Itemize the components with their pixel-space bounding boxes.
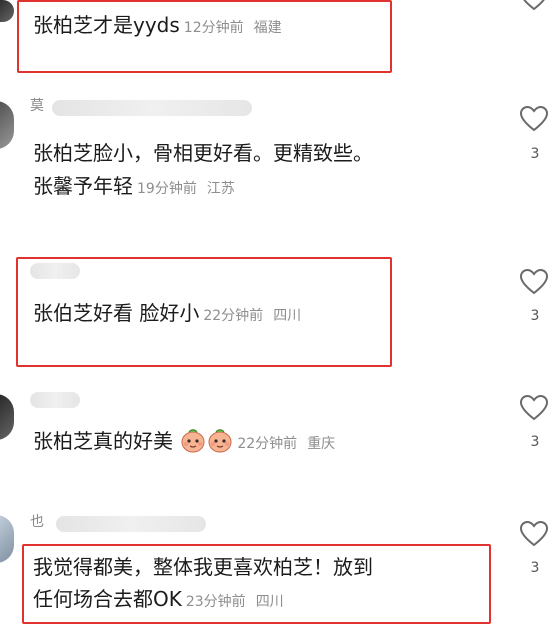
username-blur [56,516,206,532]
avatar[interactable] [0,515,14,563]
heart-outline-icon[interactable] [519,520,549,548]
avatar[interactable] [0,394,14,440]
comment-text-line2: 张馨予年轻 [33,174,133,198]
comment-username[interactable]: 也 [30,512,54,532]
comment-meta: 19分钟前 江苏 [137,181,235,197]
comment-text: 张馨予年轻 19分钟前 江苏 [33,171,235,204]
comment-time: 19分钟前 [137,181,197,197]
like-count: 3 [530,146,540,162]
heart-outline-icon[interactable] [519,105,549,133]
comment-location: 江苏 [206,181,235,197]
comment-username[interactable] [30,388,80,408]
heart-outline-icon[interactable] [519,0,549,12]
avatar[interactable] [0,101,14,149]
comment-text-line1: 张柏芝脸小，骨相更好看。更精致些。 [33,141,373,165]
like-count: 3 [530,560,540,576]
heart-outline-icon[interactable] [519,268,549,296]
comment-meta: 22分钟前 重庆 [237,436,335,452]
username-blur [52,100,252,116]
comment-text: 张柏芝真的好美 22分钟前 重庆 [33,426,335,459]
peach-face-emoji-icon [181,429,205,453]
highlight-box-3 [16,257,392,367]
highlight-box-5 [22,544,491,624]
heart-outline-icon[interactable] [519,394,549,422]
comment-text-content: 张柏芝真的好美 [33,429,173,453]
comment-location: 重庆 [307,436,336,452]
like-count: 3 [530,308,540,324]
highlight-box-1 [17,0,392,73]
comment-text: 张柏芝脸小，骨相更好看。更精致些。 [33,138,373,168]
avatar[interactable] [0,0,14,22]
like-count: 3 [530,434,540,450]
peach-face-emoji-icon [208,429,232,453]
comment-time: 22分钟前 [237,436,298,452]
comment-username[interactable]: 莫 [30,96,54,116]
